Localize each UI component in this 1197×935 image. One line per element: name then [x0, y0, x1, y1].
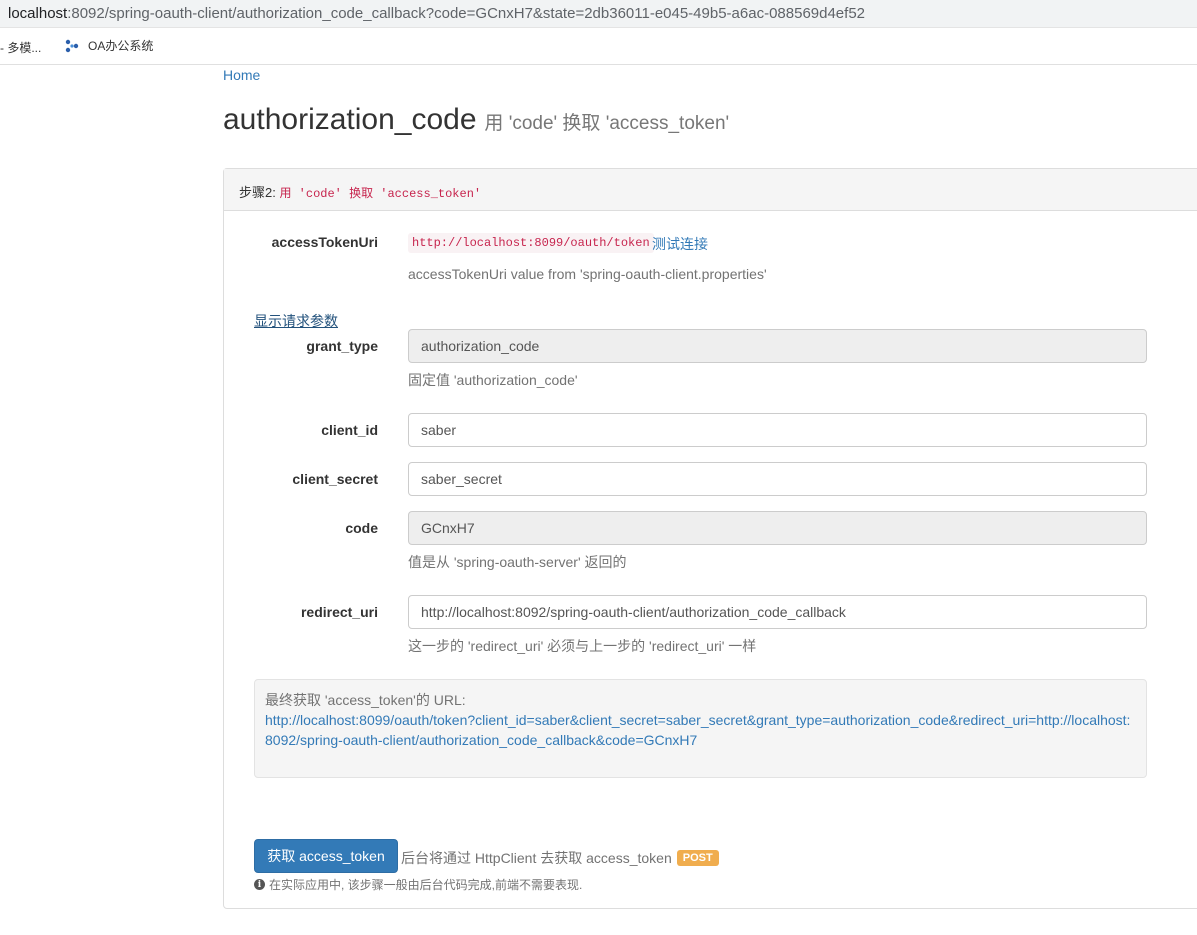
bookmark-icon	[64, 38, 80, 54]
panel-title: 步骤2: 用 'code' 换取 'access_token'	[239, 182, 481, 201]
step-code: 用 'code' 换取 'access_token'	[279, 187, 482, 201]
panel-heading: 步骤2: 用 'code' 换取 'access_token'	[224, 169, 1197, 211]
code-field[interactable]	[408, 511, 1147, 545]
final-url-caption: 最终获取 'access_token'的 URL:	[265, 692, 466, 708]
breadcrumb-home-link[interactable]: Home	[223, 67, 260, 83]
url-path: :8092/spring-oauth-client/authorization_…	[67, 5, 866, 22]
page-title-main: authorization_code	[223, 103, 477, 136]
client-id-field[interactable]	[408, 413, 1147, 447]
page-title: authorization_code 用 'code' 换取 'access_t…	[223, 103, 729, 137]
redirect-uri-field[interactable]	[408, 595, 1147, 629]
bookmarks-bar: - 多模... OA办公系统	[0, 29, 1197, 65]
implementation-note-text: 在实际应用中, 该步骤一般由后台代码完成,前端不需要表现.	[269, 878, 583, 892]
url-host: localhost	[8, 5, 68, 22]
address-url[interactable]: localhost:8092/spring-oauth-client/autho…	[8, 5, 865, 22]
access-token-uri-value: http://localhost:8099/oauth/token	[408, 233, 654, 253]
code-label: code	[345, 520, 378, 536]
redirect-uri-help: 这一步的 'redirect_uri' 必须与上一步的 'redirect_ur…	[408, 638, 757, 654]
implementation-note: i 在实际应用中, 该步骤一般由后台代码完成,前端不需要表现.	[254, 876, 582, 893]
get-access-token-button[interactable]: 获取 access_token	[254, 839, 398, 873]
test-connection-link[interactable]: 测试连接	[652, 234, 708, 254]
submit-description-text: 后台将通过 HttpClient 去获取 access_token	[401, 850, 672, 866]
bookmark-item[interactable]: - 多模...	[0, 39, 41, 56]
grant-type-field[interactable]	[408, 329, 1147, 363]
code-help: 值是从 'spring-oauth-server' 返回的	[408, 554, 627, 570]
bookmark-label: OA办公系统	[88, 39, 154, 53]
final-url-well: 最终获取 'access_token'的 URL: http://localho…	[254, 679, 1147, 778]
method-badge: POST	[676, 850, 719, 866]
access-token-uri-help: accessTokenUri value from 'spring-oauth-…	[408, 266, 767, 282]
access-token-uri-label: accessTokenUri	[271, 234, 378, 250]
redirect-uri-label: redirect_uri	[300, 604, 378, 620]
client-secret-field[interactable]	[408, 462, 1147, 496]
step-label: 步骤2:	[239, 185, 280, 200]
final-url-link[interactable]: http://localhost:8099/oauth/token?client…	[265, 712, 1130, 748]
show-request-params-link[interactable]: 显示请求参数	[254, 311, 338, 331]
grant-type-help: 固定值 'authorization_code'	[408, 372, 578, 388]
client-secret-label: client_secret	[292, 471, 378, 487]
grant-type-label: grant_type	[306, 338, 378, 354]
page-title-subtitle: 用 'code' 换取 'access_token'	[484, 113, 730, 134]
browser-address-bar[interactable]: localhost:8092/spring-oauth-client/autho…	[0, 0, 1197, 28]
info-icon: i	[254, 879, 265, 890]
submit-description: 后台将通过 HttpClient 去获取 access_token POST	[401, 848, 719, 868]
bookmark-item-oa[interactable]: OA办公系统	[64, 37, 153, 54]
client-id-label: client_id	[321, 422, 378, 438]
